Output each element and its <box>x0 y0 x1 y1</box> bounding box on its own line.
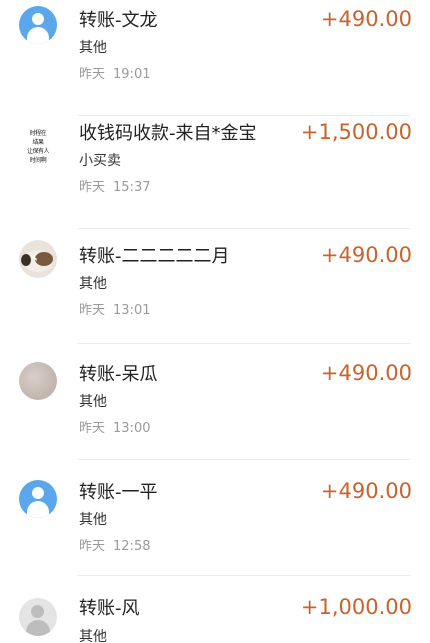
transaction-title: 转账-二二二二二月 <box>79 246 230 267</box>
text-avatar: 时程在 结果 让保有人 时间啊 <box>18 129 58 169</box>
transaction-list: 转账-文龙 其他 昨天 19:01 +490.00 时程在 结果 让保有人 时间啊… <box>0 0 430 643</box>
back-arrow-icon: ‹ <box>31 246 39 267</box>
transaction-note: 其他 <box>79 512 107 528</box>
stone-avatar <box>19 362 57 400</box>
transaction-title: 转账-文龙 <box>79 10 158 31</box>
gray-user-avatar-icon <box>19 598 57 636</box>
transaction-clock: 19:01 <box>113 67 151 82</box>
transaction-clock: 13:01 <box>113 303 151 318</box>
transaction-amount: +1,000.00 <box>300 595 412 619</box>
transaction-time: 昨天 13:00 <box>79 419 150 439</box>
avatar-text-line: 让保有人 <box>26 148 50 155</box>
cat-avatar: ‹ <box>19 240 57 278</box>
avatar-text-line: 时程在 <box>29 130 47 137</box>
transaction-day: 昨天 <box>79 180 106 195</box>
transaction-clock: 12:58 <box>113 539 151 554</box>
transaction-row[interactable]: ‹ 转账-二二二二二月 其他 昨天 13:01 +490.00 <box>0 228 430 344</box>
transaction-amount: +490.00 <box>320 361 412 385</box>
transaction-note: 其他 <box>79 394 107 410</box>
transaction-row[interactable]: 时程在 结果 让保有人 时间啊 收钱码收款-来自*金宝 小买卖 昨天 15:37 … <box>0 113 430 229</box>
user-avatar-icon <box>19 6 57 44</box>
transaction-row[interactable]: 转账-风 其他 +1,000.00 <box>0 576 430 643</box>
transaction-time: 昨天 13:01 <box>79 301 150 321</box>
transaction-time: 昨天 15:37 <box>79 178 150 198</box>
transaction-day: 昨天 <box>79 539 106 554</box>
avatar-text-line: 结果 <box>32 139 44 146</box>
transaction-title: 转账-风 <box>79 598 140 619</box>
transaction-day: 昨天 <box>79 303 106 318</box>
transaction-day: 昨天 <box>79 67 106 82</box>
transaction-amount: +490.00 <box>320 7 412 31</box>
transaction-note: 其他 <box>79 40 107 56</box>
transaction-note: 小买卖 <box>79 153 121 169</box>
transaction-time: 昨天 19:01 <box>79 65 150 85</box>
transaction-amount: +490.00 <box>320 479 412 503</box>
transaction-row[interactable]: 转账-呆瓜 其他 昨天 13:00 +490.00 <box>0 344 430 460</box>
avatar-text-line: 时间啊 <box>29 157 47 164</box>
transaction-clock: 13:00 <box>113 421 151 436</box>
transaction-clock: 15:37 <box>113 180 151 195</box>
transaction-title: 收钱码收款-来自*金宝 <box>79 123 257 144</box>
transaction-day: 昨天 <box>79 421 106 436</box>
transaction-row[interactable]: 转账-文龙 其他 昨天 19:01 +490.00 <box>0 0 430 116</box>
transaction-title: 转账-一平 <box>79 482 158 503</box>
transaction-row[interactable]: 转账-一平 其他 昨天 12:58 +490.00 <box>0 460 430 576</box>
transaction-note: 其他 <box>79 629 107 643</box>
user-avatar-icon <box>19 480 57 518</box>
transaction-note: 其他 <box>79 276 107 292</box>
transaction-amount: +1,500.00 <box>300 120 412 144</box>
transaction-title: 转账-呆瓜 <box>79 364 158 385</box>
transaction-amount: +490.00 <box>320 243 412 267</box>
transaction-time: 昨天 12:58 <box>79 537 150 557</box>
